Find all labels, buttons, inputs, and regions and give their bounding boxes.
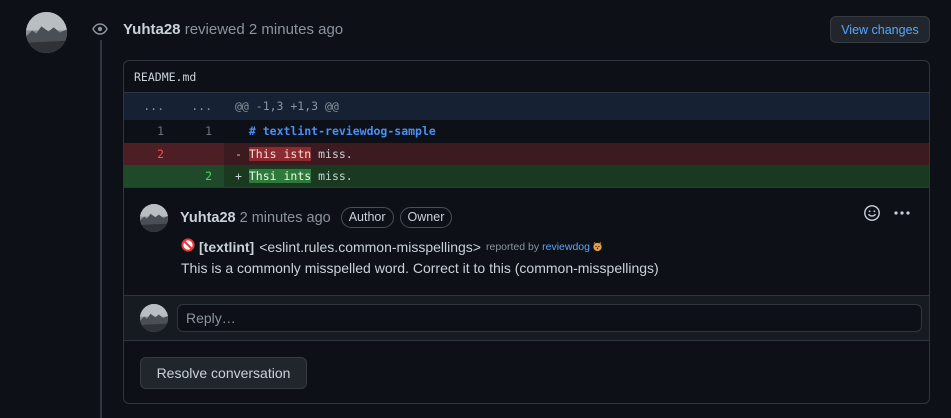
owner-badge: Owner: [399, 207, 453, 228]
line-rest: miss.: [311, 147, 353, 161]
author-badge: Author: [340, 207, 394, 228]
diff-line-context: 1 1 # textlint-reviewdog-sample: [124, 120, 929, 143]
diff-line-added: 2 + Thsi ints miss.: [124, 165, 929, 188]
hunk-expander-right[interactable]: ...: [182, 93, 212, 120]
comment-header: Yuhta28 2 minutes ago Author Owner: [180, 207, 453, 228]
avatar-image: [140, 204, 168, 232]
review-header: Yuhta28 reviewed 2 minutes ago: [123, 21, 343, 38]
old-line-number[interactable]: 1: [134, 120, 164, 143]
comment-title-line: [textlint] <eslint.rules.common-misspell…: [181, 238, 603, 255]
line-code: - This istn miss.: [235, 143, 353, 165]
dog-emoji-icon: [592, 239, 603, 255]
hunk-expander-left[interactable]: ...: [134, 93, 164, 120]
line-prefix: +: [235, 169, 242, 183]
resolve-conversation-button[interactable]: Resolve conversation: [140, 357, 307, 389]
hunk-header-row: ... ... @@ -1,3 +1,3 @@: [124, 93, 929, 120]
new-line-number[interactable]: 2: [182, 165, 212, 187]
line-code: # textlint-reviewdog-sample: [235, 120, 436, 143]
reviewer-avatar[interactable]: [26, 12, 67, 53]
line-code: + Thsi ints miss.: [235, 165, 353, 187]
diff-line-deleted: 2 - This istn miss.: [124, 143, 929, 165]
reviewdog-link[interactable]: reviewdog: [542, 241, 590, 253]
tool-name: [textlint]: [199, 238, 255, 255]
new-line-number[interactable]: 1: [182, 120, 212, 143]
file-header: README.md: [124, 61, 929, 93]
commenter-name[interactable]: Yuhta28: [180, 210, 236, 226]
reviewer-name[interactable]: Yuhta28: [123, 21, 181, 38]
line-prefix: -: [235, 147, 242, 161]
reply-row: Reply…: [124, 296, 929, 341]
view-changes-button[interactable]: View changes: [830, 16, 930, 43]
prohibited-icon: [181, 238, 195, 255]
kebab-horizontal-icon[interactable]: [893, 204, 911, 225]
current-user-avatar: [140, 304, 168, 332]
deleted-highlight: This istn: [248, 147, 312, 161]
review-time[interactable]: 2 minutes ago: [249, 21, 343, 38]
old-line-number[interactable]: 2: [134, 143, 164, 165]
comment-body: This is a commonly misspelled word. Corr…: [181, 260, 659, 276]
comment-time[interactable]: 2 minutes ago: [240, 210, 331, 226]
added-highlight: Thsi ints: [248, 169, 312, 183]
line-text: # textlint-reviewdog-sample: [248, 124, 436, 138]
commenter-avatar[interactable]: [140, 204, 168, 232]
reported-by-text: reported by: [485, 240, 540, 253]
file-name[interactable]: README.md: [134, 70, 196, 84]
line-prefix: [235, 124, 242, 138]
smiley-icon[interactable]: [863, 204, 881, 225]
comment-actions: [863, 204, 911, 225]
avatar-image: [140, 304, 168, 332]
review-thread: README.md ... ... @@ -1,3 +1,3 @@ 1 1 # …: [123, 60, 930, 404]
review-comment: Yuhta28 2 minutes ago Author Owner [text…: [124, 188, 929, 296]
rule-name: <eslint.rules.common-misspellings>: [259, 238, 481, 255]
eye-icon: [89, 18, 111, 40]
line-rest: miss.: [311, 169, 353, 183]
review-action: reviewed: [184, 21, 245, 38]
hunk-header: @@ -1,3 +1,3 @@: [235, 99, 339, 113]
avatar-image: [26, 12, 67, 53]
timeline-line: [100, 38, 102, 418]
reply-input[interactable]: Reply…: [177, 304, 922, 332]
